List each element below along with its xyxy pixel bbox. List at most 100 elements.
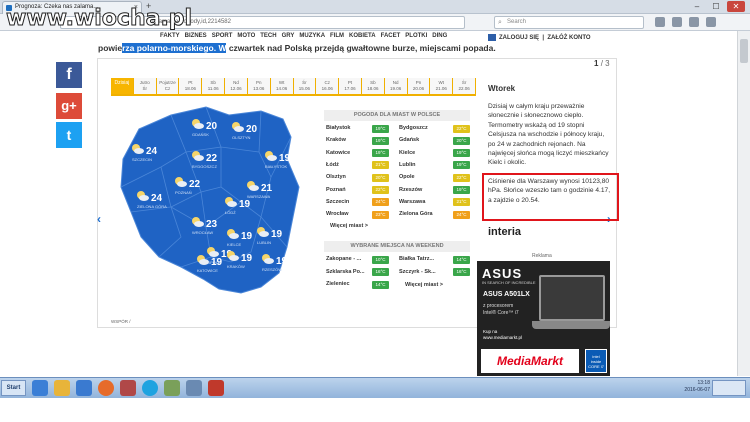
city-name[interactable]: Zieleniec [326,281,350,287]
city-name[interactable]: Łódź [326,162,339,168]
city-name[interactable]: Wrocław [326,211,349,217]
city-name[interactable]: Zielona Góra [399,211,433,217]
scrollbar-thumb[interactable] [740,39,748,63]
city-name[interactable]: Zakopane - ... [326,256,361,262]
search-input[interactable]: ⌕ Search [494,16,644,29]
show-desktop-button[interactable] [712,380,746,396]
day-tab[interactable]: Sb 18.06 [361,78,385,96]
city-name[interactable]: Kraków [326,137,346,143]
city-name[interactable]: Kielce [399,150,415,156]
map-city-name: POZNAŃ [175,190,192,195]
day-tab[interactable]: Jutro Śr [133,78,157,96]
app3-icon[interactable] [208,380,224,396]
city-name[interactable]: Białka Tatrz... [399,256,434,262]
city-name[interactable]: Gdańsk [399,137,419,143]
map-city-name: WARSZAWA [247,194,270,199]
start-button[interactable]: Start [1,380,26,396]
day-tab[interactable]: Pn 13.06 [247,78,271,96]
download-icon[interactable] [672,17,682,27]
nav-item-biznes[interactable]: BIZNES [185,33,207,39]
firefox-icon[interactable] [98,380,114,396]
city-name[interactable]: Rzeszów [399,187,422,193]
weekend-title: WYBRANE MIEJSCA NA WEEKEND [324,241,470,252]
home-icon[interactable] [689,17,699,27]
city-name[interactable]: Szczyrk - Sk... [399,269,436,275]
day-tab[interactable]: Pt 17.06 [339,78,362,96]
city-name[interactable]: Lublin [399,162,416,168]
skype-icon[interactable] [142,380,158,396]
day-tab[interactable]: Pt 18.06 [179,78,203,96]
cloud-icon [194,155,204,161]
map-city-name: RZESZÓW [262,267,282,272]
nav-item-facet[interactable]: FACET [381,33,401,39]
twitter-share-button[interactable]: t [56,122,82,148]
minimize-button[interactable]: – [688,1,706,12]
googleplus-share-button[interactable]: g+ [56,93,82,119]
app2-icon[interactable] [186,380,202,396]
register-link[interactable]: ZAŁÓŻ KONTO [547,35,590,41]
city-name[interactable]: Opole [399,174,415,180]
city-temp-badge: 21°C [372,161,389,170]
day-tab[interactable]: Wt 14.06 [270,78,294,96]
city-name[interactable]: Szczecin [326,199,349,205]
map-city-temp: 19 [276,256,288,267]
city-name[interactable]: Szklarska Po... [326,269,365,275]
map-city-name: KIELCE [227,242,242,247]
nav-item-plotki[interactable]: PLOTKI [405,33,427,39]
article-headline: powierza polarno-morskiego. W czwartek n… [98,43,496,53]
nav-item-sport[interactable]: SPORT [212,33,233,39]
city-name[interactable]: Poznań [326,187,346,193]
cloud-icon [194,123,204,129]
nav-item-gry[interactable]: GRY [282,33,295,39]
city-name[interactable]: Katowice [326,150,350,156]
day-tab[interactable]: Śr 15.06 [293,78,317,96]
nav-item-tech[interactable]: TECH [260,33,276,39]
interia-logo[interactable]: interia [488,226,521,238]
day-tab[interactable]: Pn 20.06 [407,78,431,96]
ie-icon[interactable] [32,380,48,396]
nav-item-kobieta[interactable]: KOBIETA [349,33,376,39]
explorer-icon[interactable] [76,380,92,396]
city-name[interactable]: Białystok [326,125,350,131]
day-tab-date: 20.06 [412,86,425,91]
city-name[interactable]: Olsztyn [326,174,346,180]
day-tab[interactable]: Wt 21.06 [430,78,454,96]
close-window-button[interactable]: ✕ [727,1,745,12]
asus-advertisement[interactable]: ASUS IN SEARCH OF INCREDIBLE ASUS A501LX… [477,261,610,376]
day-tab[interactable]: Cz 16.06 [316,78,340,96]
poland-map: 20GDAŃSK 20OLSZTYN24SZCZECIN 22BYDGOSZCZ19… [120,106,300,294]
day-tab[interactable]: Pojutrze Cz [156,78,180,96]
city-name[interactable]: Bydgoszcz [399,125,428,131]
login-link[interactable]: ZALOGUJ SIĘ [499,35,539,41]
city-name[interactable]: Warszawa [399,199,425,205]
day-tab[interactable]: Dzisiaj [111,78,134,96]
nav-item-muzyka[interactable]: MUZYKA [299,33,325,39]
prev-arrow-icon[interactable]: ‹ [97,212,101,226]
app-icon[interactable] [164,380,180,396]
nav-item-moto[interactable]: MOTO [237,33,255,39]
weekend-more-link[interactable]: Więcej miast > [405,282,443,288]
cloud-icon [199,259,209,265]
page-scrollbar[interactable] [737,31,750,376]
day-tab[interactable]: Sb 11.06 [202,78,226,96]
map-city-temp: 19 [271,229,283,240]
folder-icon[interactable] [54,380,70,396]
bookmark-icon[interactable] [655,17,665,27]
menu-icon[interactable] [706,17,716,27]
media-icon[interactable] [120,380,136,396]
day-tab[interactable]: Śr 22.06 [453,78,476,96]
more-cities-link[interactable]: Więcej miast > [330,223,368,229]
nav-item-ding[interactable]: DING [432,33,447,39]
day-tab-date: Śr [142,86,147,91]
map-city-name: ZIELONA GÓRA [137,204,167,209]
cloud-icon [267,155,277,161]
clock: 13:18 2016-06-07 [655,380,710,394]
maximize-button[interactable]: ☐ [707,1,725,12]
day-tab[interactable]: Nd 19.06 [384,78,408,96]
facebook-share-button[interactable]: f [56,62,82,88]
nav-item-film[interactable]: FILM [330,33,344,39]
day-tab[interactable]: Nd 12.06 [225,78,248,96]
map-city-temp: 22 [206,153,218,164]
highlight-box [482,173,619,221]
nav-item-fakty[interactable]: FAKTY [160,33,180,39]
